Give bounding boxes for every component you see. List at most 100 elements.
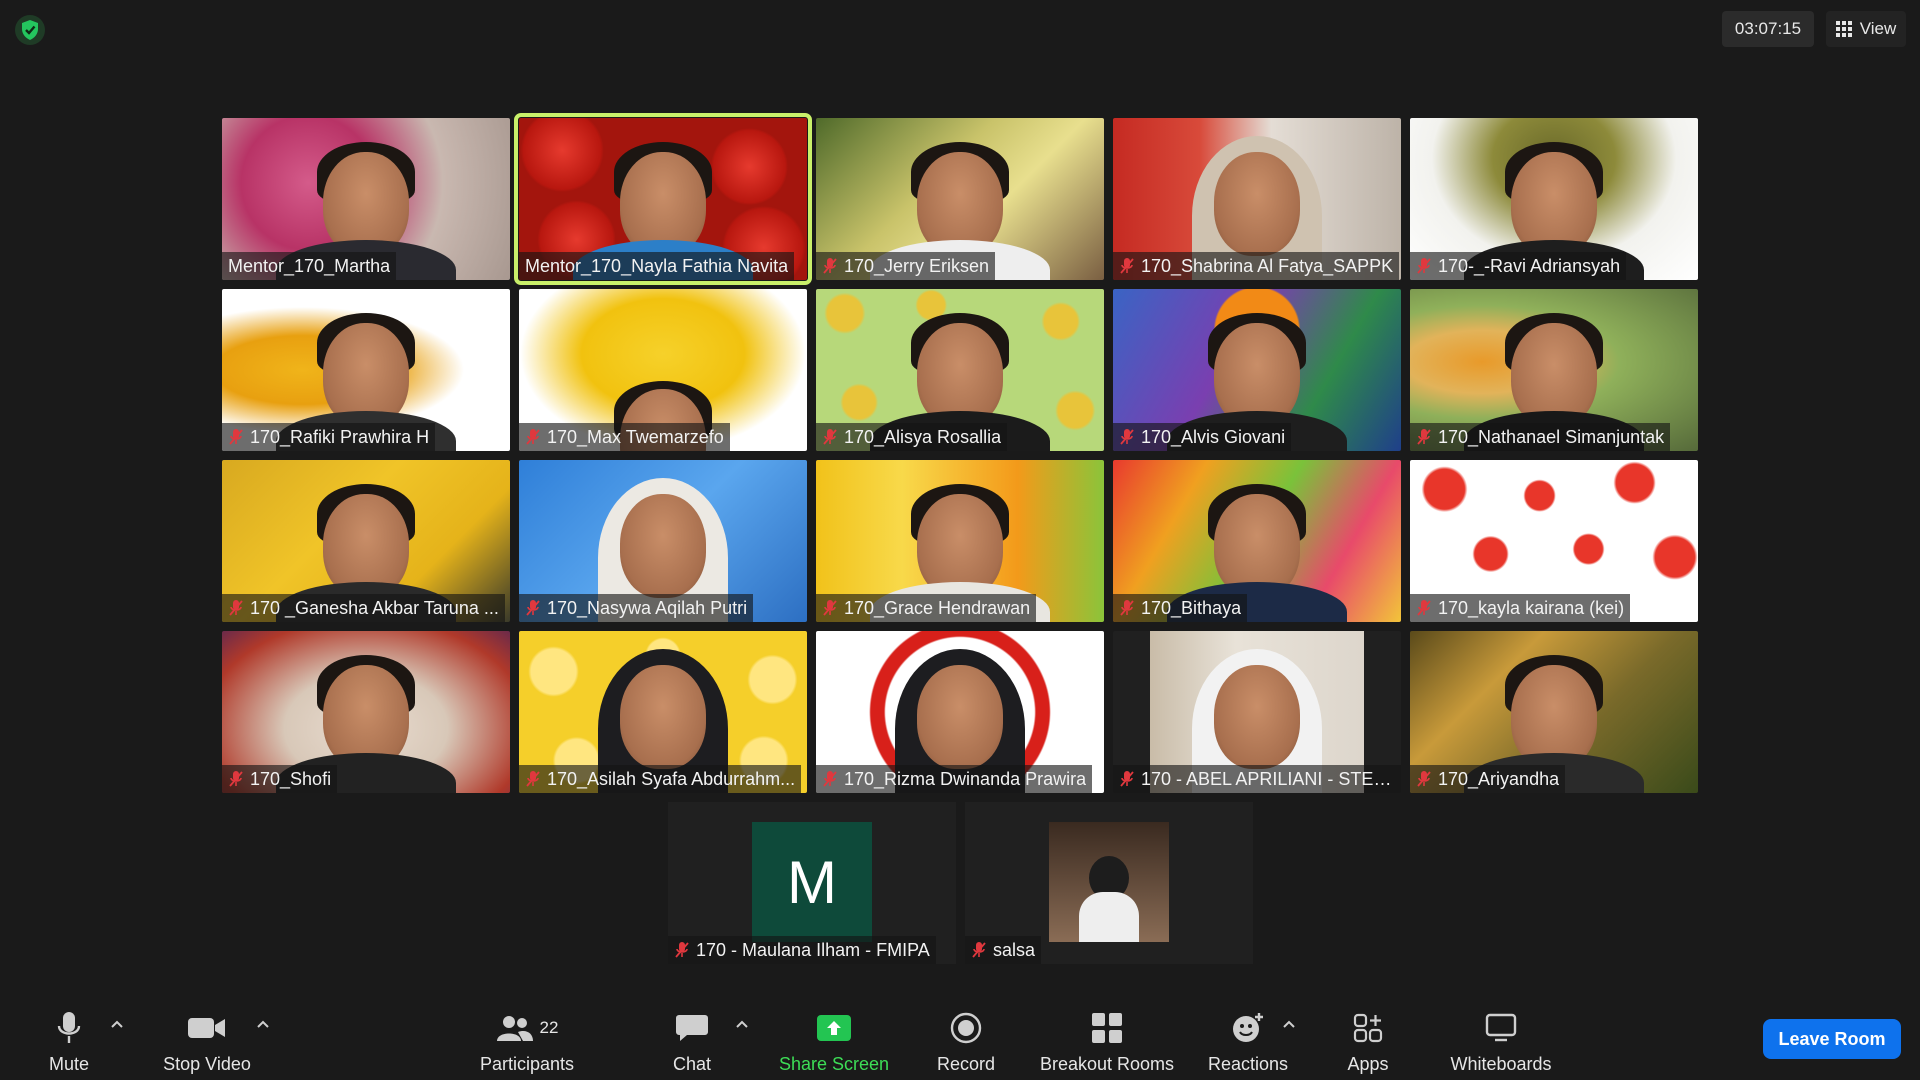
participant-name: Mentor_170_Nayla Fathia Navita [525, 255, 789, 276]
mic-muted-icon [675, 942, 689, 958]
video-tile-video-off[interactable]: M 170 - Maulana Ilham - FMIPA [668, 802, 956, 964]
apps-label: Apps [1347, 1054, 1389, 1074]
participant-name: 170_kayla kairana (kei) [1438, 597, 1625, 618]
mic-muted-icon [1120, 600, 1134, 616]
mic-muted-icon [229, 600, 243, 616]
whiteboards-label: Whiteboards [1450, 1054, 1552, 1074]
video-tile[interactable]: 170_Alisya Rosallia [816, 289, 1104, 451]
leave-room-button[interactable]: Leave Room [1763, 1019, 1901, 1059]
mute-button[interactable]: Mute [30, 988, 108, 1080]
video-tile-video-off[interactable]: salsa [965, 802, 1253, 964]
share-screen-label: Share Screen [778, 1054, 890, 1074]
video-tile-active-speaker[interactable]: Mentor_170_Nayla Fathia Navita [514, 113, 812, 285]
participants-button[interactable]: 22 Participants [472, 988, 582, 1080]
video-tile[interactable]: 170_Shabrina Al Fatya_SAPPK [1113, 118, 1401, 280]
participant-name: 170 _Ganesha Akbar Taruna ... [250, 597, 499, 618]
chevron-up-icon[interactable] [1280, 1016, 1298, 1034]
participant-name: 170_Jerry Eriksen [844, 255, 990, 276]
mic-muted-icon [229, 771, 243, 787]
video-tile[interactable]: Mentor_170_Martha [222, 118, 510, 280]
video-tile[interactable]: 170_Alvis Giovani [1113, 289, 1401, 451]
video-tile[interactable]: 170_Ariyandha [1410, 631, 1698, 793]
mic-muted-icon [823, 600, 837, 616]
stop-video-button[interactable]: Stop Video [152, 988, 262, 1080]
video-tile[interactable]: 170_Asilah Syafa Abdurrahm... [519, 631, 807, 793]
breakout-rooms-label: Breakout Rooms [1039, 1054, 1175, 1074]
participant-name: 170_Rizma Dwinanda Prawira [844, 768, 1087, 789]
avatar: M [752, 822, 872, 942]
mic-muted-icon [526, 600, 540, 616]
participant-name: 170_Nathanael Simanjuntak [1438, 426, 1665, 447]
video-tile[interactable]: 170_Bithaya [1113, 460, 1401, 622]
video-tile[interactable]: 170_kayla kairana (kei) [1410, 460, 1698, 622]
participants-count: 22 [539, 1018, 559, 1037]
video-tile[interactable]: 170_Grace Hendrawan [816, 460, 1104, 622]
chat-button[interactable]: Chat [652, 988, 732, 1080]
participant-name: Mentor_170_Martha [228, 255, 391, 276]
mic-muted-icon [823, 258, 837, 274]
mic-muted-icon [1417, 771, 1431, 787]
video-tile[interactable]: 170_Rafiki Prawhira H [222, 289, 510, 451]
video-tile[interactable]: 170_Rizma Dwinanda Prawira [816, 631, 1104, 793]
avatar [1049, 822, 1169, 942]
apps-icon [1353, 1013, 1383, 1043]
participant-name: 170_Ariyandha [1438, 768, 1560, 789]
video-tile[interactable]: 170_Nathanael Simanjuntak [1410, 289, 1698, 451]
mic-muted-icon [1417, 429, 1431, 445]
participant-name: 170_Bithaya [1141, 597, 1242, 618]
chevron-up-icon[interactable] [108, 1016, 126, 1034]
breakout-rooms-icon [1092, 1013, 1122, 1043]
microphone-icon [57, 1012, 81, 1043]
participant-name: 170_Rafiki Prawhira H [250, 426, 430, 447]
participant-name: salsa [993, 939, 1036, 960]
video-tile[interactable]: 170-_-Ravi Adriansyah [1410, 118, 1698, 280]
mic-muted-icon [526, 771, 540, 787]
apps-button[interactable]: Apps [1326, 988, 1410, 1080]
video-tile[interactable]: 170 - ABEL APRILIANI - STEI K [1113, 631, 1401, 793]
mic-muted-icon [1417, 600, 1431, 616]
participant-name: 170_Alisya Rosallia [844, 426, 1002, 447]
record-button[interactable]: Record [926, 988, 1006, 1080]
mic-muted-icon [1120, 258, 1134, 274]
smiley-face-icon [1233, 1013, 1263, 1042]
reactions-button[interactable]: Reactions [1200, 988, 1296, 1080]
stop-video-label: Stop Video [163, 1054, 251, 1074]
mic-muted-icon [972, 942, 986, 958]
whiteboard-icon [1485, 1013, 1517, 1042]
participant-name: 170_Grace Hendrawan [844, 597, 1031, 618]
participant-name: 170_Nasywa Aqilah Putri [547, 597, 748, 618]
video-tile[interactable]: 170_Jerry Eriksen [816, 118, 1104, 280]
video-tile[interactable]: 170_Shofi [222, 631, 510, 793]
view-button[interactable]: View [1826, 11, 1906, 47]
record-label: Record [936, 1054, 996, 1074]
participant-name: 170_Asilah Syafa Abdurrahm... [547, 768, 796, 789]
grid-icon [1835, 21, 1852, 37]
chat-bubble-icon [676, 1015, 708, 1041]
meeting-timer: 03:07:15 [1722, 11, 1814, 47]
mic-muted-icon [1417, 258, 1431, 274]
whiteboards-button[interactable]: Whiteboards [1436, 988, 1566, 1080]
share-screen-button[interactable]: Share Screen [772, 988, 896, 1080]
participants-icon [496, 1016, 533, 1041]
mic-muted-icon [823, 771, 837, 787]
chevron-up-icon[interactable] [733, 1016, 751, 1034]
participant-name: 170-_-Ravi Adriansyah [1438, 255, 1621, 276]
breakout-rooms-button[interactable]: Breakout Rooms [1032, 988, 1182, 1080]
video-tile[interactable]: 170_Max Twemarzefo [519, 289, 807, 451]
security-shield-icon[interactable] [14, 14, 46, 46]
mic-muted-icon [229, 429, 243, 445]
video-camera-icon [188, 1018, 225, 1038]
chevron-up-icon[interactable] [254, 1016, 272, 1034]
video-tile[interactable]: 170_Nasywa Aqilah Putri [519, 460, 807, 622]
meeting-toolbar: Mute Stop Video 22 Participants Chat Sha… [0, 988, 1920, 1080]
participant-name: 170 - Maulana Ilham - FMIPA [696, 939, 930, 960]
mic-muted-icon [823, 429, 837, 445]
mute-label: Mute [48, 1054, 90, 1074]
chat-label: Chat [672, 1054, 712, 1074]
mic-muted-icon [1120, 429, 1134, 445]
participant-name: 170_Shabrina Al Fatya_SAPPK [1141, 255, 1394, 276]
participant-name: 170_Alvis Giovani [1141, 426, 1286, 447]
video-tile[interactable]: 170 _Ganesha Akbar Taruna ... [222, 460, 510, 622]
participant-name: 170 - ABEL APRILIANI - STEI K [1141, 768, 1395, 789]
participants-label: Participants [479, 1054, 575, 1074]
